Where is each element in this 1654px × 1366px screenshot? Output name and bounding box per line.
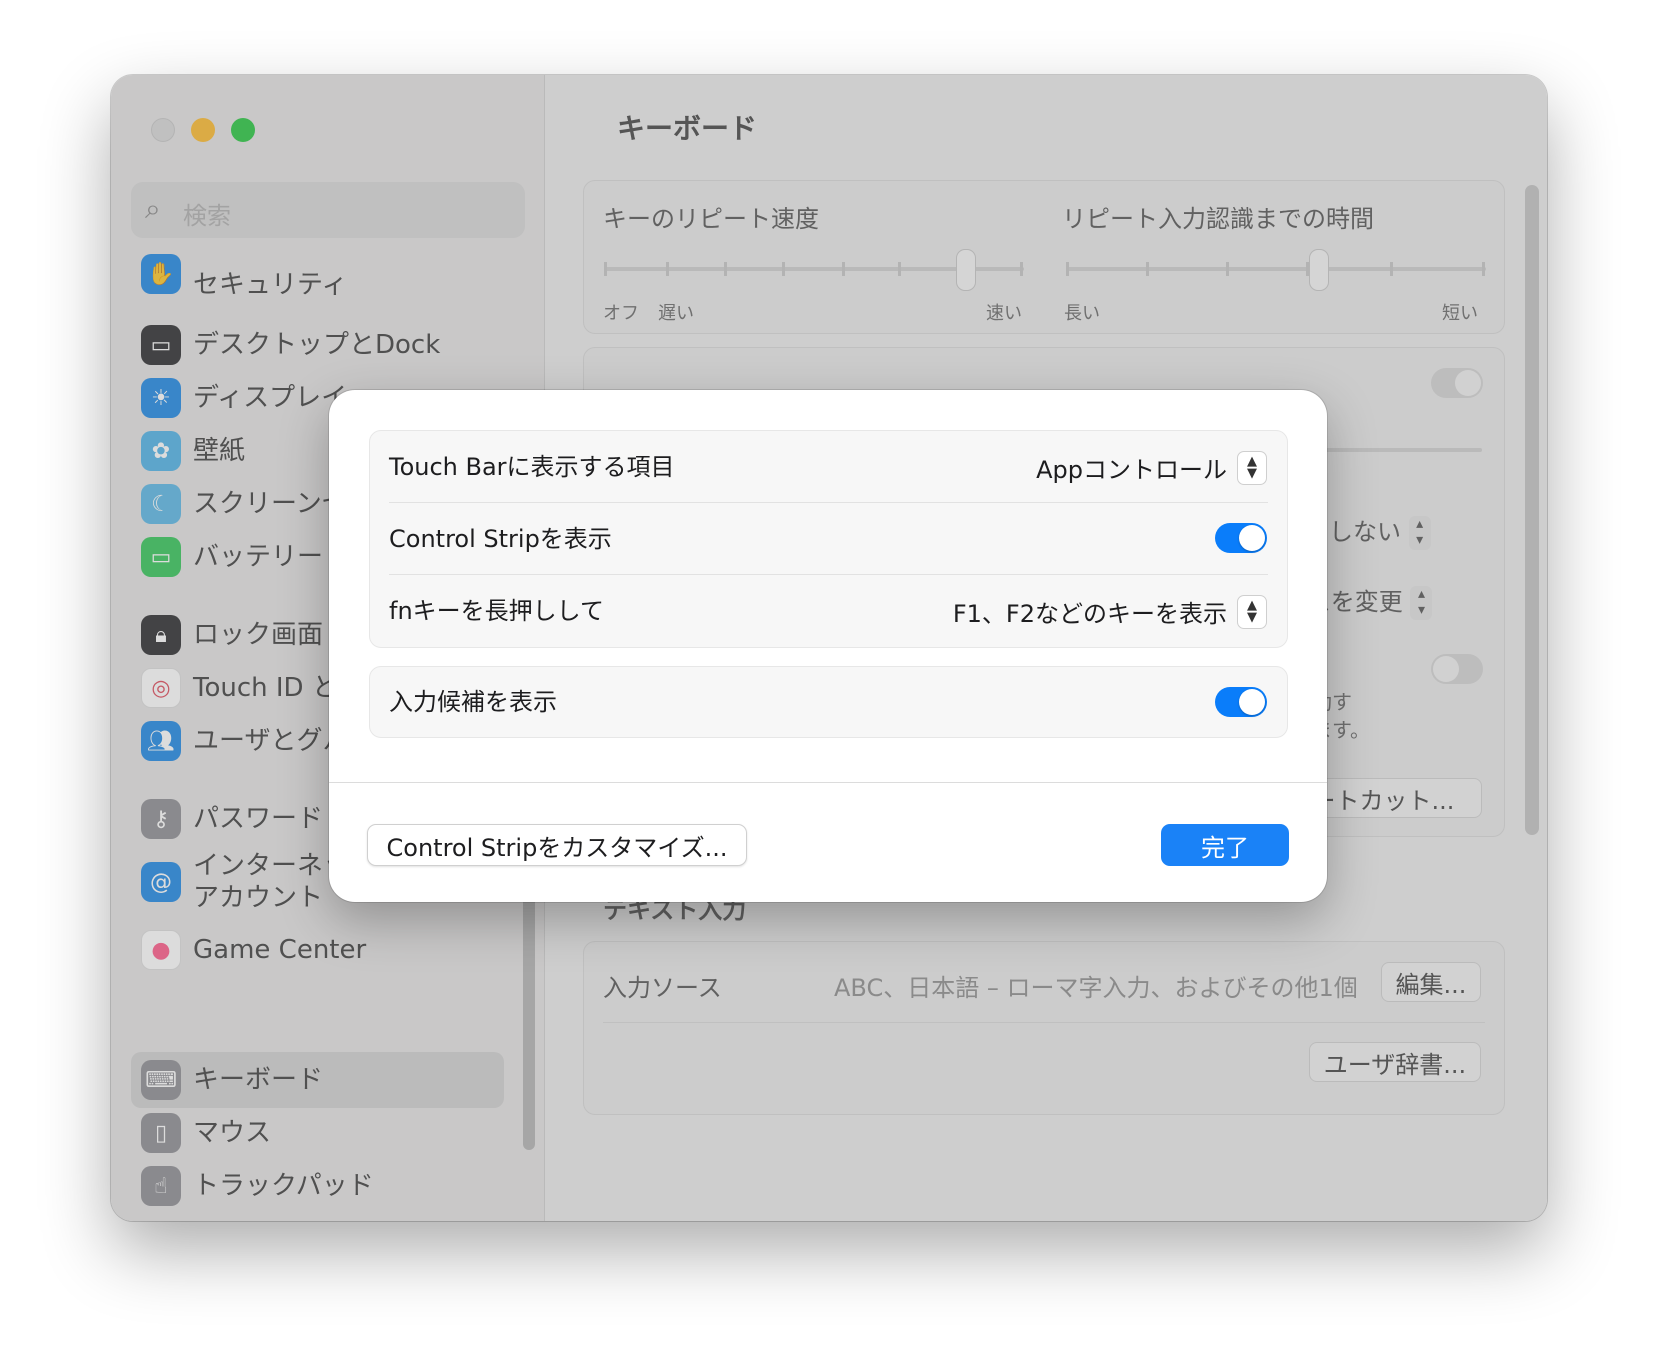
suggestions-row: 入力候補を表示 [370, 667, 1287, 737]
control-strip-row: Control Stripを表示 [370, 503, 1287, 575]
toggle-knob [1239, 689, 1265, 715]
toggle-knob [1239, 525, 1265, 551]
touch-bar-items-value: Appコントロール [1036, 456, 1227, 484]
touch-bar-settings-sheet: Touch Barに表示する項目 Appコントロール ▲ ▼ Control St… [329, 390, 1327, 902]
done-button[interactable]: 完了 [1161, 824, 1289, 866]
fn-key-label: fnキーを長押しして [389, 597, 604, 625]
sheet-divider [329, 782, 1327, 783]
touch-bar-items-row: Touch Barに表示する項目 Appコントロール ▲ ▼ [370, 431, 1287, 503]
touch-bar-items-label: Touch Barに表示する項目 [389, 453, 675, 481]
fn-key-popup[interactable]: F1、F2などのキーを表示 ▲ ▼ [953, 594, 1267, 629]
fn-key-value: F1、F2などのキーを表示 [952, 600, 1227, 628]
control-strip-label: Control Stripを表示 [389, 525, 612, 553]
suggestions-label: 入力候補を表示 [389, 688, 557, 716]
control-strip-toggle[interactable] [1215, 523, 1267, 553]
chevron-updown-icon: ▲ ▼ [1237, 594, 1267, 629]
customize-control-strip-button[interactable]: Control Stripをカスタマイズ... [367, 824, 747, 866]
touch-bar-items-popup[interactable]: Appコントロール ▲ ▼ [1036, 450, 1267, 485]
fn-key-row: fnキーを長押しして F1、F2などのキーを表示 ▲ ▼ [370, 575, 1287, 647]
chevron-updown-icon: ▲ ▼ [1237, 450, 1267, 485]
suggestions-toggle[interactable] [1215, 687, 1267, 717]
touch-bar-group: Touch Barに表示する項目 Appコントロール ▲ ▼ Control St… [369, 430, 1288, 648]
suggestions-group: 入力候補を表示 [369, 666, 1288, 738]
